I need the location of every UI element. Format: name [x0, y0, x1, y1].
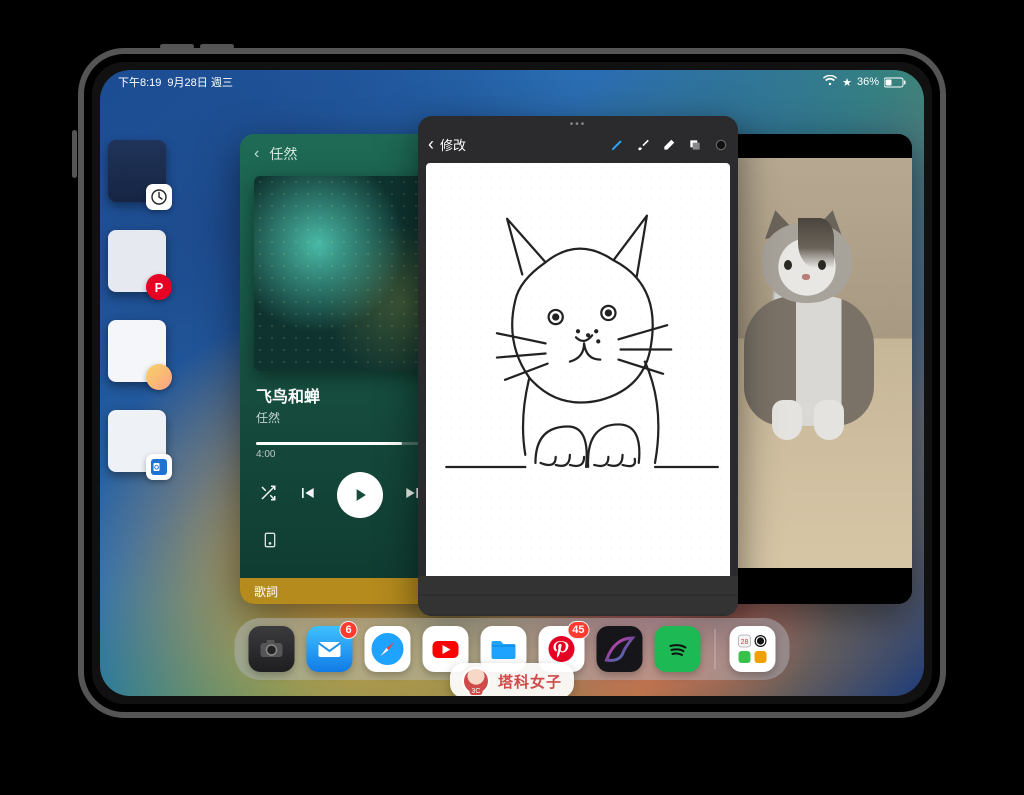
rail-group-3[interactable]	[108, 320, 166, 382]
stage-area: ‹ 任然 ひ 飞鸟和蝉 任然 4:00	[190, 110, 904, 576]
dock-app-procreate[interactable]	[597, 626, 643, 672]
battery-icon	[884, 76, 906, 88]
power-hw	[72, 130, 77, 178]
dock-app-library[interactable]: 28	[730, 626, 776, 672]
battery-percent: 36%	[857, 76, 879, 88]
status-time: 下午8:19	[118, 74, 161, 90]
drawing-canvas[interactable]	[426, 163, 730, 583]
dock-app-spotify[interactable]	[655, 626, 701, 672]
status-date: 9月28日 週三	[167, 74, 232, 90]
rail-group-1[interactable]	[108, 140, 166, 202]
watermark-text: 塔科女子	[498, 671, 562, 692]
watermark-avatar-icon	[462, 667, 490, 695]
clock-icon	[146, 184, 172, 210]
window-drawing-app[interactable]: ••• ‹ 修改	[418, 116, 738, 616]
pen-tool-icon[interactable]	[610, 138, 624, 152]
watermark: 塔科女子	[450, 663, 574, 696]
status-bar: 下午8:19 9月28日 週三 ★ 36%	[118, 74, 906, 90]
back-icon[interactable]: ‹	[254, 145, 259, 163]
star-icon: ★	[842, 76, 852, 89]
dock-separator	[715, 629, 716, 669]
shuffle-icon[interactable]	[259, 484, 277, 507]
brush-tool-icon[interactable]	[636, 138, 650, 152]
badge: 6	[340, 621, 358, 639]
svg-text:28: 28	[741, 639, 749, 646]
eraser-tool-icon[interactable]	[662, 138, 676, 152]
avatar-icon	[146, 364, 172, 390]
play-button[interactable]	[337, 472, 383, 518]
dock-app-camera[interactable]	[249, 626, 295, 672]
stage-manager-rail: P O	[108, 140, 176, 472]
outlook-icon: O	[146, 454, 172, 480]
pinterest-icon: P	[146, 274, 172, 300]
cat-photo	[722, 218, 882, 478]
cat-line-drawing	[426, 163, 730, 583]
previous-icon[interactable]	[297, 483, 317, 508]
back-icon[interactable]: ‹	[428, 134, 434, 155]
svg-text:O: O	[154, 464, 159, 471]
window-grabber-icon[interactable]: •••	[418, 116, 738, 130]
device-icon[interactable]	[262, 532, 278, 551]
rail-group-2[interactable]: P	[108, 230, 166, 292]
draw-title[interactable]: 修改	[440, 135, 466, 154]
ipad-frame: 下午8:19 9月28日 週三 ★ 36%	[78, 48, 946, 718]
draw-bottom-area	[418, 576, 738, 616]
ipad-screen: 下午8:19 9月28日 週三 ★ 36%	[100, 70, 924, 696]
wifi-icon	[823, 75, 837, 89]
color-picker-icon[interactable]	[714, 138, 728, 152]
dock-app-mail[interactable]: 6	[307, 626, 353, 672]
rail-group-4[interactable]: O	[108, 410, 166, 472]
dock-app-safari[interactable]	[365, 626, 411, 672]
music-header-title[interactable]: 任然	[269, 144, 297, 164]
layers-icon[interactable]	[688, 138, 702, 152]
badge: 45	[567, 621, 589, 639]
